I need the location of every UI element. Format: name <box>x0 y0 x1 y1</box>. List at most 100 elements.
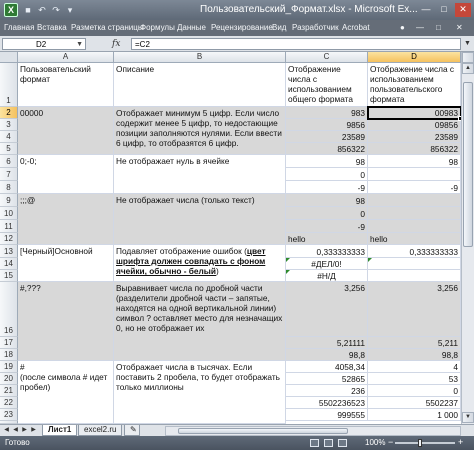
cell-d6[interactable]: 98 <box>368 155 461 168</box>
cell-d16[interactable]: 3,256 <box>368 282 461 337</box>
horizontal-scroll-thumb[interactable] <box>178 428 348 434</box>
cell-c19[interactable]: 4058,34 <box>286 361 368 373</box>
cell-d18[interactable]: 98,8 <box>368 349 461 361</box>
column-header-c[interactable]: C <box>286 52 368 63</box>
undo-icon[interactable]: ↶ <box>36 4 48 16</box>
tab-data[interactable]: Данные <box>177 23 206 32</box>
tab-home[interactable]: Главная <box>4 23 34 32</box>
cell-b16[interactable]: Выравнивает числа по дробной части (разд… <box>114 282 286 361</box>
cell-c23[interactable]: 999555 <box>286 409 368 421</box>
cell-a6[interactable]: 0;-0; <box>18 155 114 194</box>
cell-d13[interactable]: 0,333333333 <box>368 245 461 258</box>
row-header-16[interactable]: 16 <box>0 282 18 337</box>
ribbon-restore-icon[interactable]: □ <box>436 23 441 32</box>
cell-a13[interactable]: [Черный]Основной <box>18 245 114 282</box>
zoom-slider[interactable] <box>395 442 455 444</box>
tab-insert[interactable]: Вставка <box>37 23 67 32</box>
expand-formula-bar-icon[interactable]: ▼ <box>463 38 472 50</box>
chevron-down-icon[interactable]: ▼ <box>76 39 83 50</box>
sheet-tab-2[interactable]: excel2.ru <box>78 425 123 436</box>
prev-sheet-icon[interactable]: ◀ <box>11 426 20 435</box>
row-header-21[interactable]: 21 <box>0 385 18 397</box>
insert-sheet-icon[interactable]: ✎ <box>124 425 140 436</box>
row-header-3[interactable]: 3 <box>0 119 18 131</box>
scroll-down-icon[interactable]: ▼ <box>462 412 474 423</box>
cell-c11[interactable]: -9 <box>286 220 368 233</box>
row-header-5[interactable]: 5 <box>0 143 18 155</box>
cell-d7[interactable] <box>368 168 461 181</box>
column-header-a[interactable]: A <box>18 52 114 63</box>
cell-d10[interactable] <box>368 207 461 220</box>
save-icon[interactable]: ■ <box>22 4 34 16</box>
cell-a9[interactable]: ;;;@ <box>18 194 114 245</box>
row-header-2[interactable]: 2 <box>0 107 18 119</box>
cell-c6[interactable]: 98 <box>286 155 368 168</box>
name-box[interactable]: D2 ▼ <box>2 38 86 50</box>
cell-c12[interactable]: hello <box>286 233 368 245</box>
cell-a19[interactable]: # (после символа # идет пробел) <box>18 361 114 424</box>
cell-c22[interactable]: 5502236523 <box>286 397 368 409</box>
zoom-slider-handle[interactable] <box>418 439 422 447</box>
row-header-22[interactable]: 22 <box>0 397 18 409</box>
row-header-12[interactable]: 12 <box>0 233 18 245</box>
cell-d3[interactable]: 09856 <box>368 119 461 131</box>
tab-review[interactable]: Рецензирование <box>211 23 273 32</box>
row-header-14[interactable]: 14 <box>0 258 18 270</box>
first-sheet-icon[interactable]: ◀ <box>2 426 11 435</box>
column-header-d[interactable]: D <box>368 52 461 63</box>
cell-b2[interactable]: Отображает минимум 5 цифр. Если число со… <box>114 107 286 155</box>
row-header-1[interactable]: 1 <box>0 63 18 107</box>
row-header-8[interactable]: 8 <box>0 181 18 194</box>
cell-b6[interactable]: Не отображает нуль в ячейке <box>114 155 286 194</box>
cell-d1[interactable]: Отображение числа с использованием польз… <box>368 63 461 107</box>
row-header-15[interactable]: 15 <box>0 270 18 282</box>
cell-d22[interactable]: 5502237 <box>368 397 461 409</box>
tab-page-layout[interactable]: Разметка страницы <box>71 23 144 32</box>
cell-d23[interactable]: 1 000 <box>368 409 461 421</box>
cell-d12[interactable]: hello <box>368 233 461 245</box>
cell-c13[interactable]: 0,333333333 <box>286 245 368 258</box>
zoom-out-icon[interactable]: − <box>388 437 393 447</box>
cell-c4[interactable]: 23589 <box>286 131 368 143</box>
customize-toolbar-icon[interactable]: ▾ <box>64 4 76 16</box>
cell-c7[interactable]: 0 <box>286 168 368 181</box>
cell-c20[interactable]: 52865 <box>286 373 368 385</box>
last-sheet-icon[interactable]: ▶ <box>29 426 38 435</box>
cell-c18[interactable]: 98,8 <box>286 349 368 361</box>
normal-view-icon[interactable] <box>310 439 319 447</box>
select-all-corner[interactable] <box>0 52 18 63</box>
cell-b9[interactable]: Не отображает числа (только текст) <box>114 194 286 245</box>
cell-d21[interactable]: 0 <box>368 385 461 397</box>
cell-d8[interactable]: -9 <box>368 181 461 194</box>
row-header-4[interactable]: 4 <box>0 131 18 143</box>
cell-d19[interactable]: 4 <box>368 361 461 373</box>
row-header-11[interactable]: 11 <box>0 220 18 233</box>
redo-icon[interactable]: ↷ <box>50 4 62 16</box>
cell-a1[interactable]: Пользовательский формат <box>18 63 114 107</box>
cell-c10[interactable]: 0 <box>286 207 368 220</box>
vertical-scroll-thumb[interactable] <box>463 82 473 247</box>
next-sheet-icon[interactable]: ▶ <box>20 426 29 435</box>
vertical-scrollbar[interactable]: ▲ ▼ <box>461 52 474 424</box>
tab-acrobat[interactable]: Acrobat <box>342 23 370 32</box>
cell-c3[interactable]: 9856 <box>286 119 368 131</box>
fx-icon[interactable]: fx <box>112 38 130 50</box>
cell-d2[interactable]: 00983 <box>368 107 461 119</box>
split-box[interactable] <box>462 52 474 63</box>
cell-c1[interactable]: Отображение числа с использованием общег… <box>286 63 368 107</box>
cell-a2[interactable]: 00000 <box>18 107 114 155</box>
cell-d15[interactable] <box>368 270 461 282</box>
cell-d17[interactable]: 5,211 <box>368 337 461 349</box>
cell-c14[interactable]: #ДЕЛ/0! <box>286 258 368 270</box>
cell-b13[interactable]: Подавляет отображение ошибок (цвет шрифт… <box>114 245 286 282</box>
cell-c5[interactable]: 856322 <box>286 143 368 155</box>
formula-input[interactable]: =C2 <box>131 38 461 50</box>
tab-developer[interactable]: Разработчик <box>292 23 339 32</box>
row-header-23[interactable]: 23 <box>0 409 18 421</box>
tab-formulas[interactable]: Формулы <box>140 23 175 32</box>
row-header-10[interactable]: 10 <box>0 207 18 220</box>
cell-c16[interactable]: 3,256 <box>286 282 368 337</box>
close-icon[interactable]: ✕ <box>455 3 471 17</box>
ribbon-close-icon[interactable]: ✕ <box>456 23 463 32</box>
page-break-view-icon[interactable] <box>338 439 347 447</box>
